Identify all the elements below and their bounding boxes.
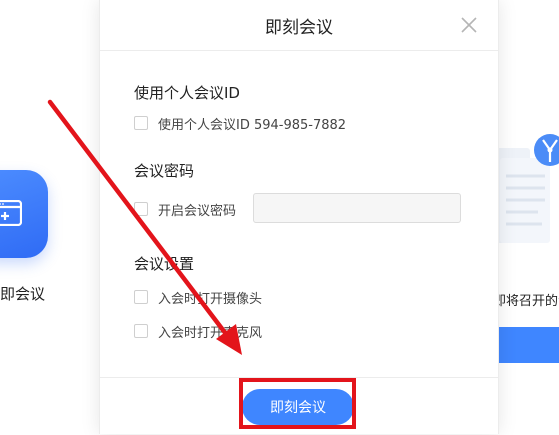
meeting-illustration-icon: [490, 134, 559, 243]
password-checkbox[interactable]: [134, 202, 148, 216]
microphone-checkbox[interactable]: [134, 324, 148, 338]
dialog-footer: 即刻会议: [100, 377, 498, 435]
dialog-header: 即刻会议: [100, 0, 498, 51]
settings-section-title: 会议设置: [134, 255, 195, 273]
microphone-option[interactable]: 入会时打开麦克风: [134, 322, 262, 341]
password-section-title: 会议密码: [134, 162, 195, 180]
camera-checkbox-label[interactable]: 入会时打开摄像头: [158, 288, 262, 307]
calendar-plus-icon: [0, 200, 22, 226]
password-input[interactable]: [253, 193, 461, 223]
start-instant-meeting-button[interactable]: 即刻会议: [242, 389, 354, 425]
personal-id-checkbox[interactable]: [134, 116, 148, 130]
camera-option[interactable]: 入会时打开摄像头: [134, 288, 262, 307]
instant-meeting-app-icon[interactable]: [0, 170, 48, 258]
camera-checkbox[interactable]: [134, 290, 148, 304]
personal-id-option[interactable]: 使用个人会议ID 594-985-7882: [134, 114, 346, 133]
password-checkbox-label[interactable]: 开启会议密码: [158, 200, 236, 219]
dialog-title: 即刻会议: [265, 18, 333, 38]
instant-meeting-app-label: 即会议: [0, 285, 46, 303]
instant-meeting-dialog: 即刻会议 使用个人会议ID 使用个人会议ID 594-985-7882 会议密码…: [99, 0, 499, 434]
upcoming-meetings-text: 即将召开的会: [493, 294, 559, 309]
microphone-checkbox-label[interactable]: 入会时打开麦克风: [158, 322, 262, 341]
personal-id-section-title: 使用个人会议ID: [134, 84, 240, 102]
personal-id-checkbox-label[interactable]: 使用个人会议ID 594-985-7882: [158, 114, 346, 133]
close-icon[interactable]: [460, 16, 478, 34]
background-action-button[interactable]: [493, 327, 559, 363]
password-option[interactable]: 开启会议密码: [134, 200, 236, 219]
